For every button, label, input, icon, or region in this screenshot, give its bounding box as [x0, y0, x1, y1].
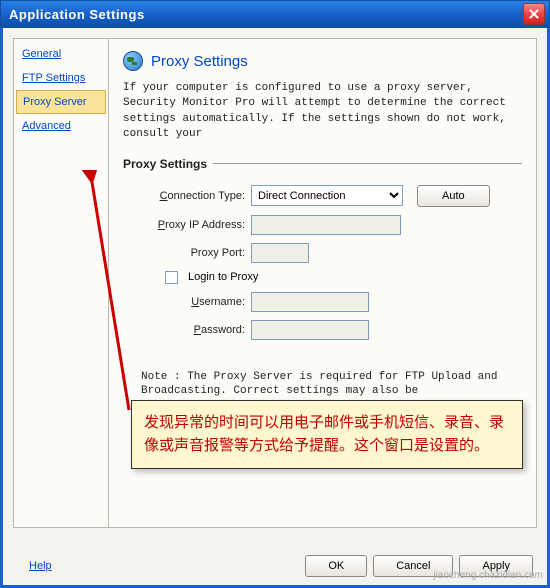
username-label: Username:: [133, 296, 245, 308]
annotation-text: 发现异常的时间可以用电子邮件或手机短信、录音、录像或声音报警等方式给予提醒。这个…: [144, 414, 504, 454]
sidebar-item-general[interactable]: General: [14, 42, 108, 66]
close-button[interactable]: [523, 3, 545, 25]
password-label: Password:: [133, 324, 245, 336]
window-body: General FTP Settings Proxy Server Advanc…: [0, 28, 550, 588]
watermark: jiaocheng.chazidian.com: [433, 570, 543, 581]
auto-button[interactable]: Auto: [417, 185, 490, 207]
sidebar: General FTP Settings Proxy Server Advanc…: [13, 38, 109, 528]
window-title: Application Settings: [5, 7, 145, 22]
panel-header: Proxy Settings: [123, 51, 522, 71]
sidebar-item-label: General: [22, 48, 61, 60]
titlebar: Application Settings: [0, 0, 550, 28]
password-input[interactable]: [251, 320, 369, 340]
connection-type-select[interactable]: Direct Connection: [251, 185, 403, 206]
help-link[interactable]: Help: [13, 560, 52, 572]
connection-type-label: Connection Type:: [133, 190, 245, 202]
proxy-ip-label: Proxy IP Address:: [133, 219, 245, 231]
username-input[interactable]: [251, 292, 369, 312]
panel-description: If your computer is configured to use a …: [123, 81, 522, 143]
sidebar-item-label: FTP Settings: [22, 72, 85, 84]
globe-icon: [123, 51, 143, 71]
proxy-port-label: Proxy Port:: [133, 247, 245, 259]
divider: [213, 163, 522, 164]
login-checkbox[interactable]: [165, 271, 178, 284]
login-label: Login to Proxy: [188, 271, 258, 283]
proxy-port-input[interactable]: [251, 243, 309, 263]
sidebar-item-proxy[interactable]: Proxy Server: [16, 90, 106, 114]
sidebar-item-label: Advanced: [22, 120, 71, 132]
close-icon: [529, 9, 539, 19]
proxy-ip-input[interactable]: [251, 215, 401, 235]
ok-button[interactable]: OK: [305, 555, 367, 577]
annotation-callout: 发现异常的时间可以用电子邮件或手机短信、录音、录像或声音报警等方式给予提醒。这个…: [131, 400, 523, 469]
note-text: Note : The Proxy Server is required for …: [123, 370, 522, 400]
sidebar-item-ftp[interactable]: FTP Settings: [14, 66, 108, 90]
sidebar-item-label: Proxy Server: [23, 96, 87, 108]
panel-title: Proxy Settings: [151, 53, 248, 70]
section-title: Proxy Settings: [123, 157, 207, 171]
sidebar-item-advanced[interactable]: Advanced: [14, 114, 108, 138]
